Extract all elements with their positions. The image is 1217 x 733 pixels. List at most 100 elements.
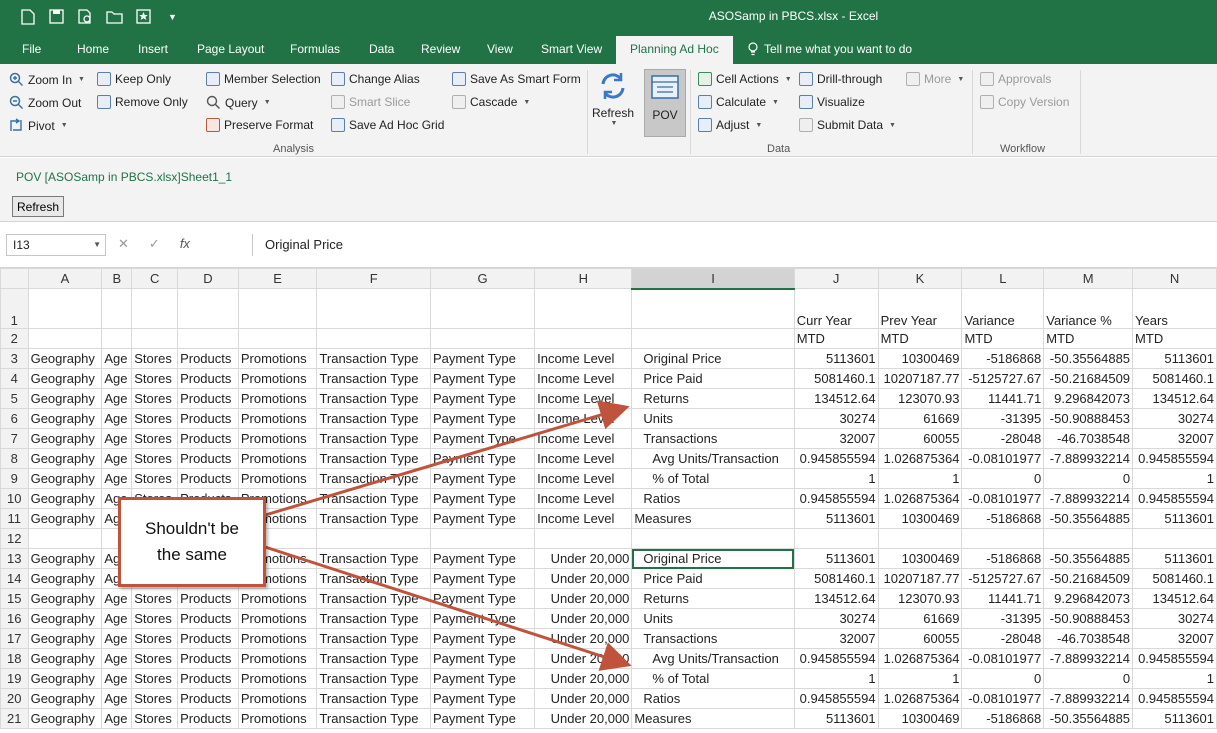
tab-smart-view[interactable]: Smart View: [541, 42, 602, 56]
column-header-n[interactable]: N: [1132, 268, 1217, 289]
cell-l4[interactable]: -5125727.67: [961, 368, 1045, 389]
cell-c16[interactable]: Stores: [131, 608, 179, 629]
column-header-j[interactable]: J: [793, 268, 879, 289]
cell-h1[interactable]: [534, 288, 633, 329]
cell-n16[interactable]: 30274: [1132, 608, 1217, 629]
cell-d16[interactable]: Products: [177, 608, 239, 629]
tab-view[interactable]: View: [487, 42, 513, 56]
cell-b16[interactable]: Age: [101, 608, 133, 629]
more-button[interactable]: More ▼: [906, 72, 964, 86]
cell-j7[interactable]: 32007: [793, 428, 879, 449]
cell-h9[interactable]: Income Level: [534, 468, 633, 489]
cell-n19[interactable]: 1: [1132, 668, 1217, 689]
row-header[interactable]: 20: [0, 688, 29, 709]
cell-g16[interactable]: Payment Type: [429, 608, 536, 629]
cell-j18[interactable]: 0.945855594: [793, 648, 879, 669]
cell-j5[interactable]: 134512.64: [793, 388, 879, 409]
cell-a17[interactable]: Geography: [27, 628, 103, 649]
smart-slice-button[interactable]: Smart Slice: [331, 95, 410, 109]
cell-f21[interactable]: Transaction Type: [316, 708, 431, 729]
cell-b3[interactable]: Age: [101, 348, 133, 369]
remove-only-button[interactable]: Remove Only: [97, 95, 188, 109]
cell-i17[interactable]: Transactions: [631, 628, 795, 649]
cell-g13[interactable]: Payment Type: [429, 548, 536, 569]
cell-g14[interactable]: Payment Type: [429, 568, 536, 589]
cell-c18[interactable]: Stores: [131, 648, 179, 669]
cell-c7[interactable]: Stores: [131, 428, 179, 449]
cell-i7[interactable]: Transactions: [631, 428, 795, 449]
tab-page-layout[interactable]: Page Layout: [197, 42, 264, 56]
cell-b18[interactable]: Age: [101, 648, 133, 669]
cell-a15[interactable]: Geography: [27, 588, 103, 609]
cell-g5[interactable]: Payment Type: [429, 388, 536, 409]
cell-k9[interactable]: 1: [877, 468, 963, 489]
cell-n17[interactable]: 32007: [1132, 628, 1217, 649]
cell-f7[interactable]: Transaction Type: [316, 428, 431, 449]
cell-f8[interactable]: Transaction Type: [316, 448, 431, 469]
cell-g6[interactable]: Payment Type: [429, 408, 536, 429]
query-button[interactable]: Query ▼: [206, 95, 271, 110]
cell-n12[interactable]: [1132, 528, 1217, 549]
cell-k21[interactable]: 10300469: [877, 708, 963, 729]
cell-e6[interactable]: Promotions: [237, 408, 318, 429]
adjust-button[interactable]: Adjust ▼: [698, 118, 762, 132]
cell-m15[interactable]: 9.296842073: [1043, 588, 1134, 609]
cell-a19[interactable]: Geography: [27, 668, 103, 689]
cell-j2[interactable]: MTD: [793, 328, 879, 349]
cell-b15[interactable]: Age: [101, 588, 133, 609]
row-header[interactable]: 13: [0, 548, 29, 569]
cell-k2[interactable]: MTD: [877, 328, 963, 349]
save-ad-hoc-grid-button[interactable]: Save Ad Hoc Grid: [331, 118, 444, 132]
cell-l6[interactable]: -31395: [961, 408, 1045, 429]
copy-version-button[interactable]: Copy Version: [980, 95, 1069, 109]
cell-e1[interactable]: [237, 288, 318, 329]
cell-n9[interactable]: 1: [1132, 468, 1217, 489]
cell-a7[interactable]: Geography: [27, 428, 103, 449]
tab-review[interactable]: Review: [421, 42, 460, 56]
cell-m11[interactable]: -50.35564885: [1043, 508, 1134, 529]
column-header-h[interactable]: H: [534, 268, 633, 289]
cell-d3[interactable]: Products: [177, 348, 239, 369]
cell-i20[interactable]: Ratios: [631, 688, 795, 709]
cell-k13[interactable]: 10300469: [877, 548, 963, 569]
cell-m1[interactable]: Variance %: [1043, 288, 1134, 329]
cell-a13[interactable]: Geography: [27, 548, 103, 569]
cell-b2[interactable]: [101, 328, 133, 349]
cell-j12[interactable]: [793, 528, 879, 549]
cell-f2[interactable]: [316, 328, 431, 349]
cell-h4[interactable]: Income Level: [534, 368, 633, 389]
cell-h20[interactable]: Under 20,000: [534, 688, 633, 709]
cell-g21[interactable]: Payment Type: [429, 708, 536, 729]
cell-a10[interactable]: Geography: [27, 488, 103, 509]
cell-j15[interactable]: 134512.64: [793, 588, 879, 609]
cell-k18[interactable]: 1.026875364: [877, 648, 963, 669]
tab-insert[interactable]: Insert: [138, 42, 168, 56]
column-header-k[interactable]: K: [877, 268, 963, 289]
cell-k4[interactable]: 10207187.77: [877, 368, 963, 389]
cell-n13[interactable]: 5113601: [1132, 548, 1217, 569]
cell-e9[interactable]: Promotions: [237, 468, 318, 489]
cell-f9[interactable]: Transaction Type: [316, 468, 431, 489]
cell-j6[interactable]: 30274: [793, 408, 879, 429]
cell-g12[interactable]: [429, 528, 536, 549]
cell-i3[interactable]: Original Price: [631, 348, 795, 369]
cell-b20[interactable]: Age: [101, 688, 133, 709]
cell-j21[interactable]: 5113601: [793, 708, 879, 729]
row-header[interactable]: 18: [0, 648, 29, 669]
cell-k12[interactable]: [877, 528, 963, 549]
cell-a21[interactable]: Geography: [27, 708, 103, 729]
cell-i13[interactable]: Original Price: [631, 548, 795, 569]
cell-a20[interactable]: Geography: [27, 688, 103, 709]
column-header-b[interactable]: B: [101, 268, 133, 289]
cell-h18[interactable]: Under 20,000: [534, 648, 633, 669]
cell-j4[interactable]: 5081460.1: [793, 368, 879, 389]
cell-g1[interactable]: [429, 288, 536, 329]
cell-h13[interactable]: Under 20,000: [534, 548, 633, 569]
cell-b9[interactable]: Age: [101, 468, 133, 489]
cell-j17[interactable]: 32007: [793, 628, 879, 649]
cell-h12[interactable]: [534, 528, 633, 549]
cell-n21[interactable]: 5113601: [1132, 708, 1217, 729]
cell-f14[interactable]: Transaction Type: [316, 568, 431, 589]
column-header-d[interactable]: D: [177, 268, 239, 289]
cell-m21[interactable]: -50.35564885: [1043, 708, 1134, 729]
